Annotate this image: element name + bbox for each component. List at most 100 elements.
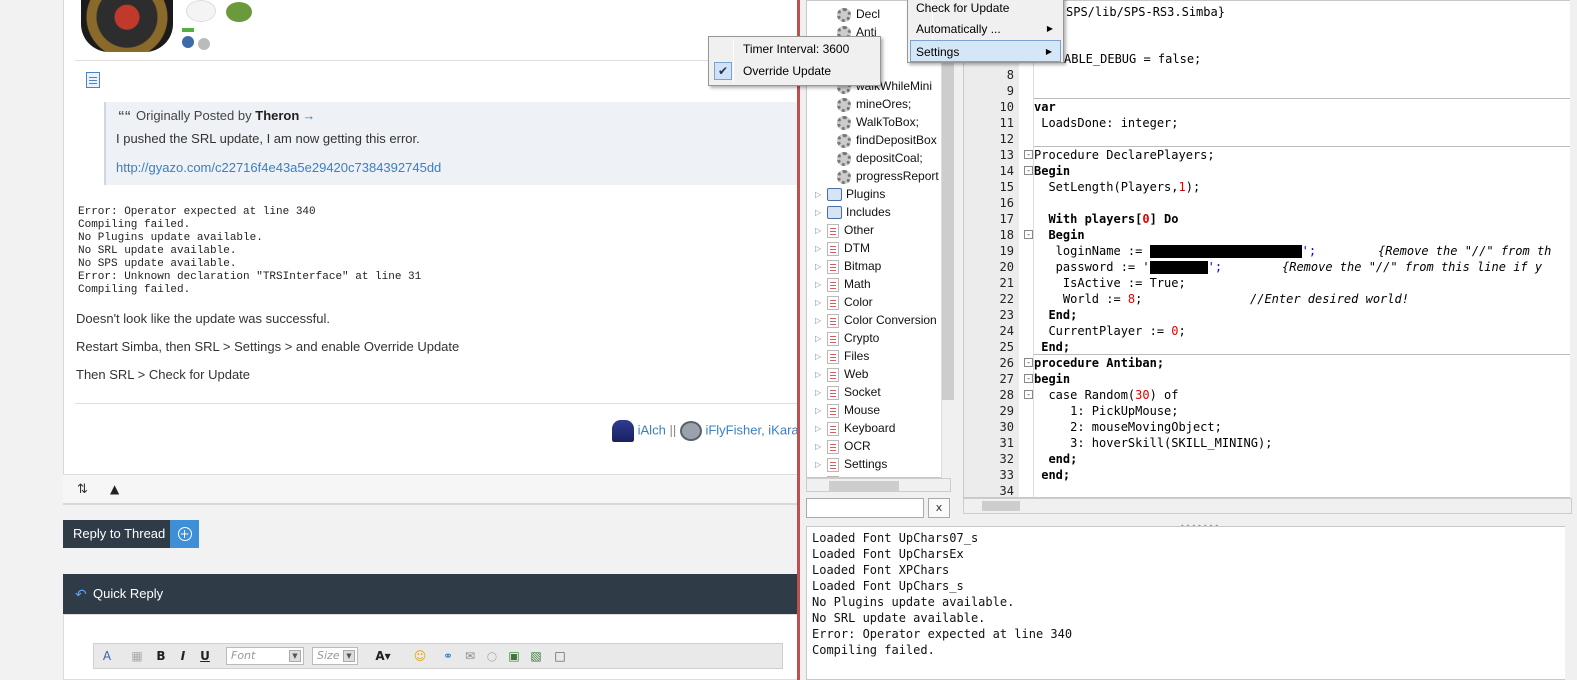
green-frog-icon bbox=[226, 2, 252, 22]
remove-format-icon[interactable]: A bbox=[98, 647, 116, 665]
tree-hscroll-thumb[interactable] bbox=[829, 481, 899, 491]
debug-vertical-scrollbar[interactable] bbox=[1565, 526, 1577, 680]
tree-item-book[interactable]: ▷ Includes bbox=[815, 203, 891, 221]
font-select-label: Font bbox=[231, 649, 256, 662]
tree-item-section[interactable]: ▷ Crypto bbox=[815, 329, 879, 347]
tree-item-method[interactable]: Decl bbox=[837, 5, 880, 23]
code-text: 2: mouseMovingObject; bbox=[1034, 420, 1222, 434]
code-number: 1 bbox=[1178, 180, 1186, 194]
tree-item-section[interactable]: ▷ Math bbox=[815, 275, 871, 293]
code-text: var bbox=[1034, 100, 1056, 114]
paste-icon[interactable]: ▦ bbox=[128, 647, 146, 665]
tree-horizontal-scrollbar[interactable] bbox=[806, 478, 951, 492]
underline-button[interactable]: U bbox=[198, 647, 212, 665]
view-post-arrow-icon[interactable]: → bbox=[302, 108, 315, 123]
quote-author: Theron bbox=[255, 108, 300, 123]
tree-item-section[interactable]: ▷ Color Conversion bbox=[815, 311, 937, 329]
tree-item-book[interactable]: ▷ Plugins bbox=[815, 185, 885, 203]
tree-item-label: Keyboard bbox=[844, 421, 896, 435]
menu-automatically[interactable]: Automatically ... ▶ bbox=[910, 18, 1061, 40]
tree-item-section[interactable]: ▷ Socket bbox=[815, 383, 881, 401]
expand-arrow-icon[interactable]: ▷ bbox=[815, 186, 823, 204]
quote-bubble-icon[interactable]: □ bbox=[552, 647, 568, 665]
tree-item-method[interactable]: progressReport bbox=[837, 167, 939, 185]
editor-horizontal-scrollbar[interactable] bbox=[963, 498, 1572, 514]
expand-arrow-icon[interactable]: ▷ bbox=[815, 348, 823, 366]
editor-vertical-scrollbar[interactable] bbox=[1570, 0, 1577, 498]
tree-item-method[interactable]: findDepositBox bbox=[837, 131, 937, 149]
tree-item-method[interactable]: depositCoal; bbox=[837, 149, 923, 167]
code-line: 34 bbox=[999, 484, 1014, 498]
redacted-username bbox=[1149, 245, 1302, 258]
menu-settings[interactable]: Settings ▶ bbox=[910, 40, 1061, 62]
expand-arrow-icon[interactable]: ▷ bbox=[815, 204, 823, 222]
code-editor[interactable]: SPS/lib/SPS-RS3.Simba} ABLE_DEBUG = fals… bbox=[963, 0, 1572, 498]
size-select[interactable]: Size ▼ bbox=[312, 647, 358, 665]
expand-arrow-icon[interactable]: ▷ bbox=[815, 240, 823, 258]
expand-arrow-icon[interactable]: ▷ bbox=[815, 456, 823, 474]
code-text: ) of bbox=[1149, 388, 1179, 402]
report-icon[interactable]: ▲ bbox=[110, 482, 119, 496]
expand-arrow-icon[interactable]: ▷ bbox=[815, 402, 823, 420]
expand-arrow-icon[interactable]: ▷ bbox=[815, 384, 823, 402]
tree-item-method[interactable]: WalkToBox; bbox=[837, 113, 919, 131]
tree-item-section[interactable]: ▷ Files bbox=[815, 347, 869, 365]
image-icon[interactable]: ▣ bbox=[506, 647, 522, 665]
tree-scroll-thumb[interactable] bbox=[942, 40, 954, 400]
bold-button[interactable]: B bbox=[154, 647, 168, 665]
post-paragraph: Doesn't look like the update was success… bbox=[76, 311, 330, 326]
tree-item-section[interactable]: ▷ Web bbox=[815, 365, 868, 383]
expand-arrow-icon[interactable]: ▷ bbox=[815, 366, 823, 384]
tree-item-method[interactable]: mineOres; bbox=[837, 95, 911, 113]
code-line: 8 bbox=[1006, 68, 1014, 82]
divider bbox=[75, 60, 799, 61]
tree-item-section[interactable]: ▷ DTM bbox=[815, 239, 870, 257]
editor-hscroll-thumb[interactable] bbox=[982, 501, 1020, 511]
debug-output[interactable]: Loaded Font UpChars07_s Loaded Font UpCh… bbox=[806, 526, 1576, 680]
include-path: SPS/lib/SPS-RS3.Simba} bbox=[1066, 5, 1225, 19]
quote-link[interactable]: http://gyazo.com/c22716f4e43a5e29420c738… bbox=[116, 160, 794, 175]
expand-arrow-icon[interactable]: ▷ bbox=[815, 312, 823, 330]
signature: iAlch || iFlyFisher, iKaran bbox=[612, 420, 806, 442]
tree-item-label: Crypto bbox=[844, 331, 880, 345]
signature-link-user2[interactable]: iFlyFisher, iKaran bbox=[705, 422, 805, 437]
tree-item-section[interactable]: ▷ OCR bbox=[815, 437, 871, 455]
unlink-icon[interactable]: ○ bbox=[484, 647, 500, 665]
code-text: loginName := bbox=[1034, 244, 1150, 258]
menu-check-for-update[interactable]: Check for Update bbox=[910, 0, 1061, 19]
tree-item-section[interactable]: ▷ Other bbox=[815, 221, 874, 239]
tree-item-section[interactable]: ▷ Settings bbox=[815, 455, 887, 473]
reply-to-thread-button[interactable]: Reply to Thread bbox=[63, 520, 170, 548]
tree-item-label: progressReport bbox=[856, 169, 939, 183]
expand-arrow-icon[interactable]: ▷ bbox=[815, 438, 823, 456]
filter-clear-button[interactable]: x bbox=[928, 498, 950, 518]
tree-item-section[interactable]: ▷ Mouse bbox=[815, 401, 880, 419]
tree-item-section[interactable]: ▷ Bitmap bbox=[815, 257, 881, 275]
plus-circle-icon[interactable]: + bbox=[170, 520, 199, 548]
tree-item-section[interactable]: ▷ Color bbox=[815, 293, 873, 311]
font-select[interactable]: Font ▼ bbox=[226, 647, 304, 665]
menu-override-update[interactable]: ✔ Override Update bbox=[711, 60, 878, 82]
italic-button[interactable]: I bbox=[176, 647, 190, 665]
tree-item-label: Web bbox=[844, 367, 869, 381]
quick-reply-bar[interactable]: ↶ Quick Reply bbox=[63, 574, 800, 614]
user-icon[interactable] bbox=[182, 36, 194, 48]
signature-link-user1[interactable]: iAlch bbox=[638, 422, 666, 437]
smiley-icon[interactable]: ☺ bbox=[412, 647, 428, 665]
reputation-icon[interactable]: ⇅ bbox=[77, 482, 88, 497]
email-icon[interactable]: ✉ bbox=[462, 647, 478, 665]
expand-arrow-icon[interactable]: ▷ bbox=[815, 276, 823, 294]
quote-icon: ““ bbox=[118, 108, 131, 123]
tree-item-section[interactable]: ▷ Keyboard bbox=[815, 419, 895, 437]
expand-arrow-icon[interactable]: ▷ bbox=[815, 420, 823, 438]
expand-arrow-icon[interactable]: ▷ bbox=[815, 294, 823, 312]
function-filter-input[interactable] bbox=[806, 498, 924, 518]
link-icon[interactable]: ⚭ bbox=[440, 647, 456, 665]
expand-arrow-icon[interactable]: ▷ bbox=[815, 222, 823, 240]
menu-timer-interval[interactable]: Timer Interval: 3600 bbox=[711, 38, 878, 60]
expand-arrow-icon[interactable]: ▷ bbox=[815, 330, 823, 348]
ignore-icon[interactable] bbox=[198, 38, 210, 50]
expand-arrow-icon[interactable]: ▷ bbox=[815, 258, 823, 276]
text-color-icon[interactable]: A▾ bbox=[372, 647, 394, 665]
video-icon[interactable]: ▧ bbox=[528, 647, 544, 665]
